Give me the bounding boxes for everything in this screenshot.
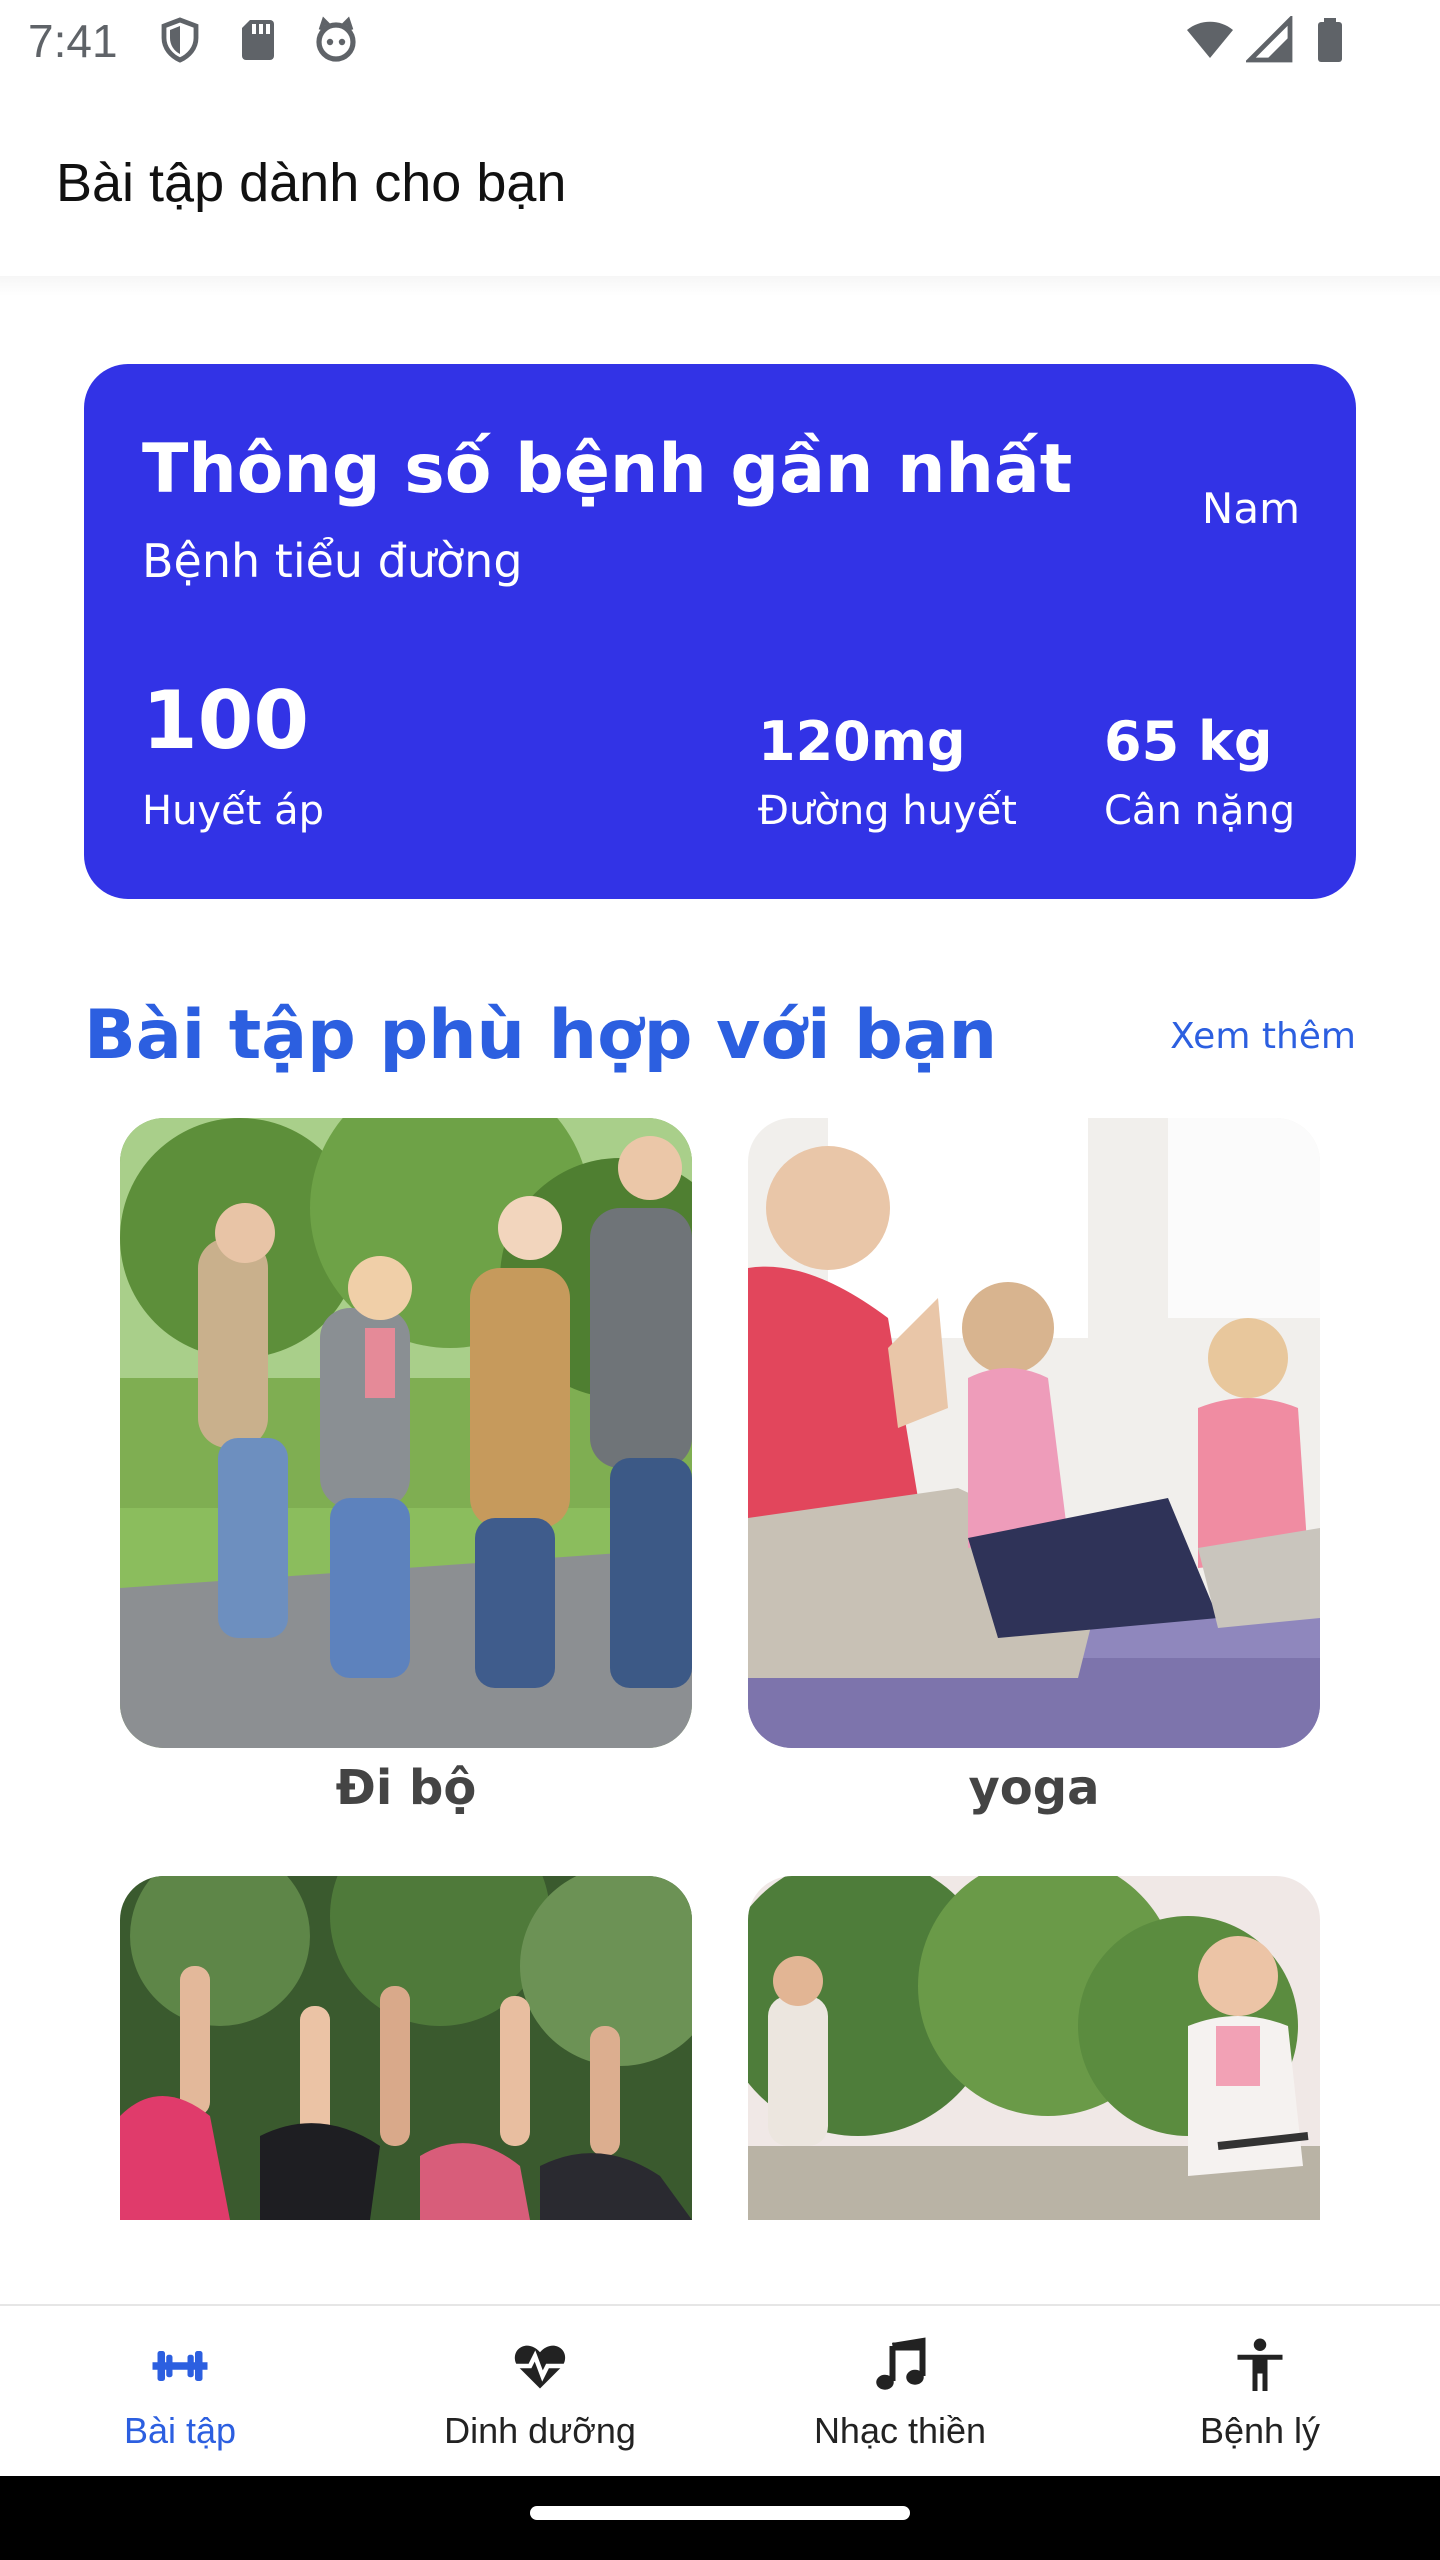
nav-label: Dinh dưỡng: [444, 2410, 636, 2451]
accessibility-person-icon: [1230, 2336, 1290, 2396]
exercise-label: Đi bộ: [335, 1760, 477, 1816]
sd-card-icon: [234, 16, 282, 64]
group-exercise-photo: [120, 1876, 692, 2220]
heartbeat-icon: [510, 2336, 570, 2396]
wifi-icon: [1186, 16, 1234, 64]
exercise-card-group[interactable]: [120, 1876, 692, 2232]
nav-label: Nhạc thiền: [813, 2410, 987, 2451]
exercise-card-walking[interactable]: Đi bộ: [120, 1118, 692, 1816]
gender-label: Nam: [1201, 484, 1300, 533]
nav-item-exercise[interactable]: Bài tập: [0, 2306, 360, 2478]
cat-face-icon: [312, 16, 360, 64]
status-bar: 7:41: [0, 0, 1440, 84]
yoga-photo: [748, 1118, 1320, 1748]
nav-item-meditation-music[interactable]: Nhạc thiền: [720, 2306, 1080, 2478]
exercise-card-yoga[interactable]: yoga: [748, 1118, 1320, 1816]
page-title: Bài tập dành cho bạn: [56, 153, 567, 213]
exercise-label: yoga: [968, 1760, 1100, 1816]
home-gesture-handle[interactable]: [530, 2506, 910, 2520]
blood-sugar-value: 120mg: [758, 710, 966, 773]
weight-value: 65 kg: [1104, 710, 1273, 773]
dumbbell-icon: [150, 2336, 210, 2396]
nav-label: Bệnh lý: [1199, 2410, 1321, 2451]
walking-photo: [120, 1118, 692, 1748]
cycling-photo: [748, 1876, 1320, 2220]
exercise-card-cycling[interactable]: [748, 1876, 1320, 2232]
nav-item-pathology[interactable]: Bệnh lý: [1080, 2306, 1440, 2478]
bottom-navigation: Bài tập Dinh dưỡng Nhạc thiền Bệnh lý: [0, 2304, 1440, 2476]
blood-sugar-label: Đường huyết: [758, 788, 1017, 834]
disease-name: Bệnh tiểu đường: [142, 534, 523, 588]
cell-signal-icon: [1244, 14, 1294, 64]
weight-label: Cân nặng: [1104, 788, 1296, 834]
nav-label: Bài tập: [123, 2410, 237, 2451]
section-title: Bài tập phù hợp với bạn: [84, 996, 998, 1075]
music-note-icon: [870, 2336, 930, 2396]
battery-icon: [1306, 16, 1354, 64]
system-gesture-bar: [0, 2476, 1440, 2560]
shield-icon: [156, 16, 204, 64]
nav-item-nutrition[interactable]: Dinh dưỡng: [360, 2306, 720, 2478]
blood-pressure-value: 100: [142, 674, 309, 767]
blood-pressure-label: Huyết áp: [142, 788, 325, 834]
app-bar-divider: [0, 276, 1440, 296]
card-title: Thông số bệnh gần nhất: [142, 430, 1073, 509]
health-summary-card[interactable]: Thông số bệnh gần nhất Bệnh tiểu đường N…: [84, 364, 1356, 899]
see-more-link[interactable]: Xem thêm: [1170, 1016, 1356, 1057]
status-time: 7:41: [28, 15, 118, 67]
app-bar: Bài tập dành cho bạn: [0, 84, 1440, 280]
